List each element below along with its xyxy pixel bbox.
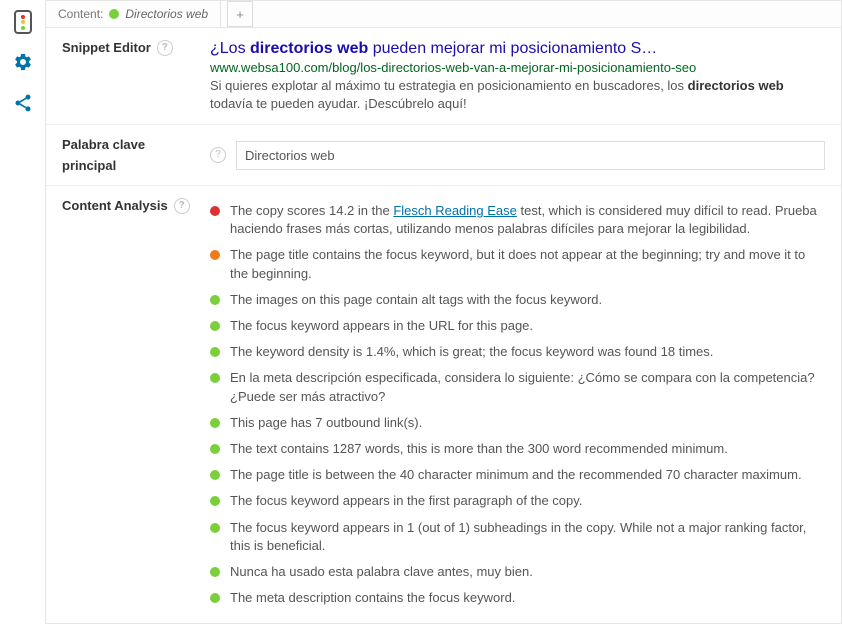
side-rail — [0, 0, 45, 624]
analysis-item: Nunca ha usado esta palabra clave antes,… — [210, 559, 825, 585]
label-keyword: Palabra clave principal — [62, 137, 202, 173]
green-dot-icon — [210, 347, 220, 357]
dot-red — [21, 15, 25, 19]
analysis-item: The focus keyword appears in 1 (out of 1… — [210, 515, 825, 559]
green-dot-icon — [210, 418, 220, 428]
analysis-item: The page title contains the focus keywor… — [210, 242, 825, 286]
analysis-text: The images on this page contain alt tags… — [230, 291, 602, 309]
section-snippet: Snippet Editor ? ¿Los directorios web pu… — [46, 28, 841, 125]
flesch-link[interactable]: Flesch Reading Ease — [393, 203, 517, 218]
seo-panel: Content: Directorios web + Snippet Edito… — [45, 0, 842, 624]
analysis-text: The page title contains the focus keywor… — [230, 246, 825, 282]
tab-add-button[interactable]: + — [227, 1, 253, 27]
analysis-text: Nunca ha usado esta palabra clave antes,… — [230, 563, 533, 581]
analysis-item: The focus keyword appears in the first p… — [210, 488, 825, 514]
help-icon[interactable]: ? — [157, 40, 173, 56]
label-snippet-text: Snippet Editor — [62, 40, 151, 55]
green-dot-icon — [210, 373, 220, 383]
analysis-text: The focus keyword appears in the URL for… — [230, 317, 533, 335]
orange-dot-icon — [210, 250, 220, 260]
green-dot-icon — [210, 321, 220, 331]
snippet-title: ¿Los directorios web pueden mejorar mi p… — [210, 40, 825, 58]
green-dot-icon — [210, 444, 220, 454]
focus-keyword-input[interactable] — [236, 141, 825, 170]
green-dot-icon — [210, 496, 220, 506]
green-dot-icon — [210, 567, 220, 577]
analysis-text: The focus keyword appears in the first p… — [230, 492, 582, 510]
analysis-text: The copy scores 14.2 in the Flesch Readi… — [230, 202, 825, 238]
section-analysis: Content Analysis ? The copy scores 14.2 … — [46, 186, 841, 623]
share-icon[interactable] — [13, 93, 33, 116]
analysis-item: The images on this page contain alt tags… — [210, 287, 825, 313]
section-keyword: Palabra clave principal ? — [46, 125, 841, 186]
analysis-text: The meta description contains the focus … — [230, 589, 515, 607]
green-dot-icon — [210, 593, 220, 603]
analysis-text: The page title is between the 40 charact… — [230, 466, 802, 484]
analysis-item: The keyword density is 1.4%, which is gr… — [210, 339, 825, 365]
help-icon[interactable]: ? — [210, 147, 226, 163]
label-analysis: Content Analysis ? — [62, 198, 202, 611]
label-keyword-line1: Palabra clave — [62, 137, 145, 152]
analysis-list: The copy scores 14.2 in the Flesch Readi… — [210, 198, 825, 611]
red-dot-icon — [210, 206, 220, 216]
analysis-item: The copy scores 14.2 in the Flesch Readi… — [210, 198, 825, 242]
traffic-light-icon[interactable] — [14, 10, 32, 34]
status-dot-icon — [109, 9, 119, 19]
analysis-text: The keyword density is 1.4%, which is gr… — [230, 343, 713, 361]
analysis-text: The text contains 1287 words, this is mo… — [230, 440, 728, 458]
snippet-description: Si quieres explotar al máximo tu estrate… — [210, 77, 825, 112]
analysis-item: En la meta descripción especificada, con… — [210, 365, 825, 409]
dot-green — [21, 26, 25, 30]
label-analysis-text: Content Analysis — [62, 198, 168, 213]
snippet-url: www.websa100.com/blog/los-directorios-we… — [210, 60, 825, 75]
dot-yellow — [21, 20, 25, 24]
help-icon[interactable]: ? — [174, 198, 190, 214]
analysis-item: The page title is between the 40 charact… — [210, 462, 825, 488]
snippet-preview[interactable]: ¿Los directorios web pueden mejorar mi p… — [202, 40, 825, 112]
tab-prefix: Content: — [58, 7, 103, 21]
analysis-item: The meta description contains the focus … — [210, 585, 825, 611]
label-keyword-line2: principal — [62, 158, 116, 173]
green-dot-icon — [210, 295, 220, 305]
tab-bar: Content: Directorios web + — [46, 1, 841, 28]
tab-keyword: Directorios web — [125, 7, 208, 21]
analysis-text: En la meta descripción especificada, con… — [230, 369, 825, 405]
analysis-text: The focus keyword appears in 1 (out of 1… — [230, 519, 825, 555]
gear-icon[interactable] — [13, 52, 33, 75]
green-dot-icon — [210, 523, 220, 533]
analysis-item: This page has 7 outbound link(s). — [210, 410, 825, 436]
green-dot-icon — [210, 470, 220, 480]
tab-content[interactable]: Content: Directorios web — [46, 1, 221, 27]
analysis-item: The focus keyword appears in the URL for… — [210, 313, 825, 339]
analysis-text: This page has 7 outbound link(s). — [230, 414, 422, 432]
analysis-item: The text contains 1287 words, this is mo… — [210, 436, 825, 462]
label-snippet: Snippet Editor ? — [62, 40, 202, 112]
